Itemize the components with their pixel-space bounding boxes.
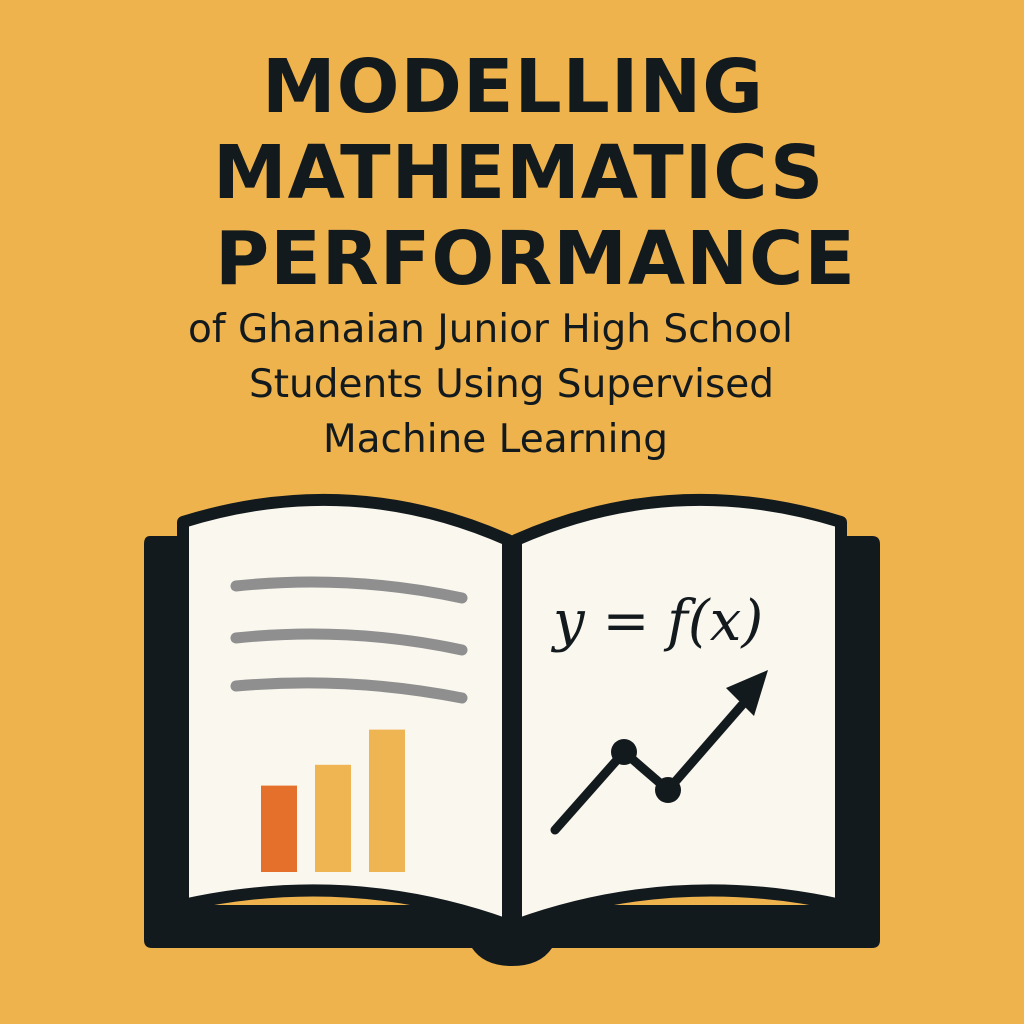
cover-canvas: MODELLING MATHEMATICS PERFORMANCE of Gha… <box>0 0 1024 1024</box>
chart-bar <box>369 729 405 872</box>
chart-bar <box>261 785 297 872</box>
right-page <box>510 493 847 931</box>
trend-point <box>655 777 681 803</box>
trend-point <box>611 739 637 765</box>
open-book-illustration: y = f(x) <box>144 493 880 966</box>
chart-bar <box>315 764 351 872</box>
formula-text: y = f(x) <box>550 589 763 654</box>
